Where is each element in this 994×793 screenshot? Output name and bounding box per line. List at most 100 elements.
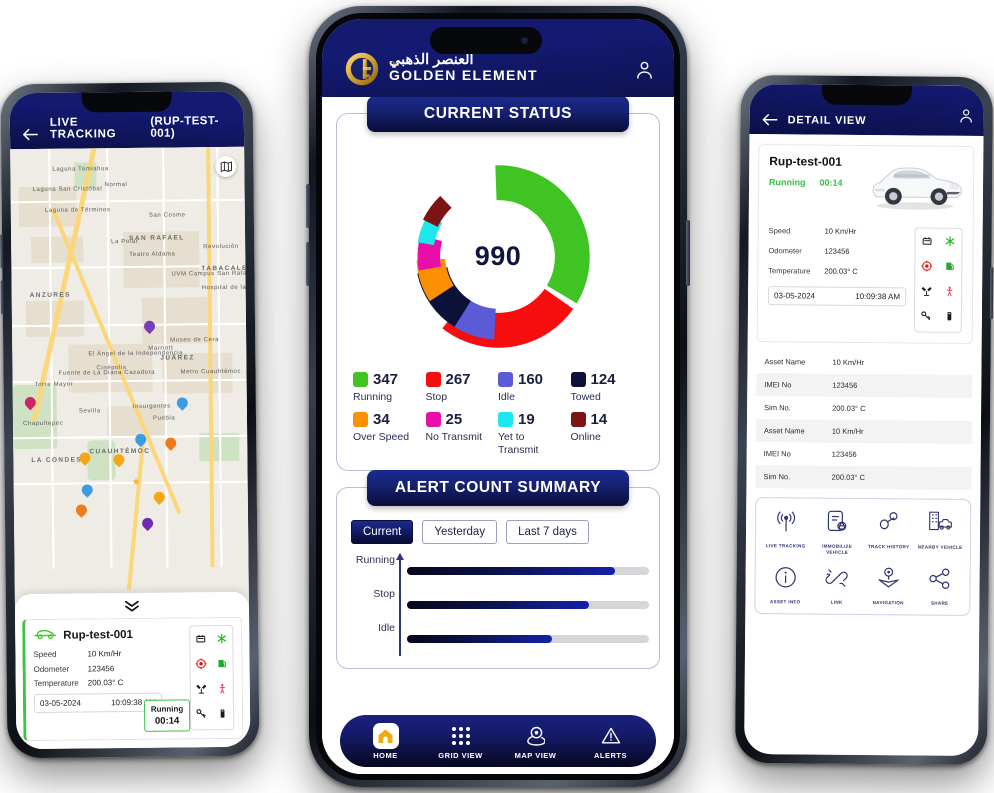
map-poi-marker[interactable] (111, 451, 127, 468)
donut-total-value: 990 (474, 241, 522, 271)
left-volume-button[interactable] (0, 234, 4, 269)
table-row[interactable]: Sim No. 200.03° C (755, 465, 972, 490)
field-value: 200.03° C (87, 678, 124, 688)
left-phone-screen: LIVE TRACKING (RUP-TEST-001) SAN RAFAEL … (9, 90, 251, 750)
legend-item-online[interactable]: 14 Online (570, 411, 644, 456)
map-layers-icon[interactable] (215, 155, 237, 178)
action-link[interactable]: LINK (811, 565, 863, 606)
bottom-nav: HOME GRID VIEW MAP VIEW ALERTS (340, 715, 656, 767)
map-poi-marker[interactable] (132, 431, 149, 448)
chevron-double-down-icon[interactable] (15, 592, 249, 615)
temperature-icon[interactable] (217, 681, 228, 699)
battery-icon[interactable] (921, 233, 932, 251)
back-arrow-icon[interactable] (762, 113, 778, 126)
left-volume-down-button[interactable] (0, 280, 4, 315)
legend-swatch (425, 372, 441, 387)
alert-icon[interactable] (921, 258, 933, 276)
map-poi-marker[interactable] (174, 395, 191, 411)
legend-item-running[interactable]: 347 Running (353, 371, 426, 403)
map-vehicle-marker[interactable] (139, 515, 156, 532)
temperature-icon[interactable] (944, 284, 955, 302)
center-volume-down-button[interactable] (306, 242, 310, 286)
satellite-icon[interactable] (921, 283, 932, 301)
key-icon[interactable] (921, 308, 932, 326)
action-label: NEARBY VEHICLE (917, 544, 963, 550)
legend-value: 124 (590, 371, 616, 388)
device-icon[interactable] (944, 309, 955, 327)
map-poi-marker[interactable] (73, 502, 90, 518)
nav-home[interactable]: HOME (353, 722, 419, 760)
left-phone-notch (81, 91, 172, 113)
table-row[interactable]: IMEI No 123456 (756, 373, 973, 398)
map-place-label: Insurgentes (132, 403, 171, 410)
nav-map-view[interactable]: MAP VIEW (503, 723, 569, 760)
action-live-tracking[interactable]: LIVE TRACKING (760, 508, 812, 555)
brand-the: The (389, 62, 400, 69)
screenshot-stage: LIVE TRACKING (RUP-TEST-001) SAN RAFAEL … (0, 0, 994, 793)
track-history-icon (876, 509, 902, 540)
map-place-label: San Cosme (148, 212, 186, 219)
map-poi-marker[interactable] (141, 318, 158, 335)
table-row[interactable]: IMEI No 123456 (756, 442, 972, 467)
action-asset-info[interactable]: ASSET INFO (759, 565, 811, 606)
map-place-label: Laguna de Términos (44, 207, 111, 214)
map-poi-marker[interactable] (22, 394, 39, 411)
center-volume-up-button[interactable] (306, 184, 310, 228)
legend-item-stop[interactable]: 267 Stop (425, 371, 499, 403)
alert-icon[interactable] (195, 656, 207, 674)
ac-fan-icon[interactable] (216, 631, 227, 649)
ac-fan-icon[interactable] (944, 234, 955, 252)
map-place-label: Metro Cuauhtémoc (180, 368, 242, 376)
legend-item-idle[interactable]: 160 Idle (498, 371, 571, 403)
map-poi-marker[interactable] (151, 489, 168, 506)
action-share[interactable]: SHARE (914, 566, 966, 607)
map-poi-marker[interactable] (162, 435, 179, 452)
nav-grid-view[interactable]: GRID VIEW (428, 723, 494, 760)
table-row[interactable]: Asset Name 10 Km/Hr (756, 350, 972, 375)
legend-item-yet-to-transmit[interactable]: 19 Yet to Transmit (498, 411, 571, 456)
key-icon[interactable] (196, 706, 207, 724)
right-power-button[interactable] (989, 267, 994, 320)
fuel-icon[interactable] (944, 259, 955, 277)
actions-row-1: LIVE TRACKING IMMOBILIZE VEHICLE TRACK H… (760, 508, 966, 556)
status-donut-chart[interactable]: 990 (347, 140, 649, 365)
map-neighborhood-label: ANZURES (29, 291, 71, 300)
account-icon[interactable] (959, 108, 974, 128)
period-last-7-days[interactable]: Last 7 days (506, 520, 589, 545)
map-poi-marker[interactable] (77, 450, 93, 466)
period-current[interactable]: Current (351, 520, 414, 545)
satellite-icon[interactable] (196, 681, 207, 699)
action-track-history[interactable]: TRACK HISTORY (863, 509, 915, 556)
legend-item-over-speed[interactable]: 34 Over Speed (353, 411, 426, 456)
table-row[interactable]: Asset Name 10 Km/Hr (755, 419, 972, 444)
row-key: IMEI No (764, 380, 792, 390)
back-arrow-icon[interactable] (22, 128, 38, 141)
metric-row: Odometer 123456 (768, 246, 906, 256)
action-navigation[interactable]: NAVIGATION (862, 565, 914, 606)
nav-alerts[interactable]: ALERTS (578, 723, 644, 760)
asset-summary-card[interactable]: Rup-test-001 Speed 10 Km/Hr Odometer 123… (22, 616, 244, 742)
legend-item-no-transmit[interactable]: 25 No Transmit (425, 411, 499, 456)
legend-item-towed[interactable]: 124 Towed (570, 371, 644, 403)
nav-label: ALERTS (594, 750, 627, 760)
table-row[interactable]: Sim No. 200.03° C (756, 396, 972, 421)
action-immobilize-vehicle[interactable]: IMMOBILIZE VEHICLE (811, 509, 863, 556)
right-phone-device: DETAIL VIEW Rup-test-001 Running 00:14 S… (735, 74, 994, 766)
field-key: Speed (33, 649, 57, 660)
info-icon (772, 565, 798, 596)
bar-row-running: Running (356, 554, 649, 588)
device-icon[interactable] (217, 706, 228, 724)
legend-value: 34 (373, 411, 390, 429)
account-icon[interactable] (635, 60, 654, 84)
center-power-button[interactable] (686, 220, 690, 286)
battery-icon[interactable] (195, 631, 206, 649)
field-key: Temperature (33, 678, 79, 689)
fuel-icon[interactable] (216, 656, 227, 674)
chart-axis (396, 553, 403, 657)
vehicle-header: Rup-test-001 Running 00:14 (769, 154, 963, 214)
map-poi-marker[interactable] (79, 482, 96, 498)
row-key: Asset Name (763, 426, 805, 436)
period-yesterday[interactable]: Yesterday (422, 520, 498, 545)
action-nearby-vehicle[interactable]: NEARBY VEHICLE (914, 509, 966, 556)
asset-field-row: Temperature 200.03° C (34, 677, 184, 688)
